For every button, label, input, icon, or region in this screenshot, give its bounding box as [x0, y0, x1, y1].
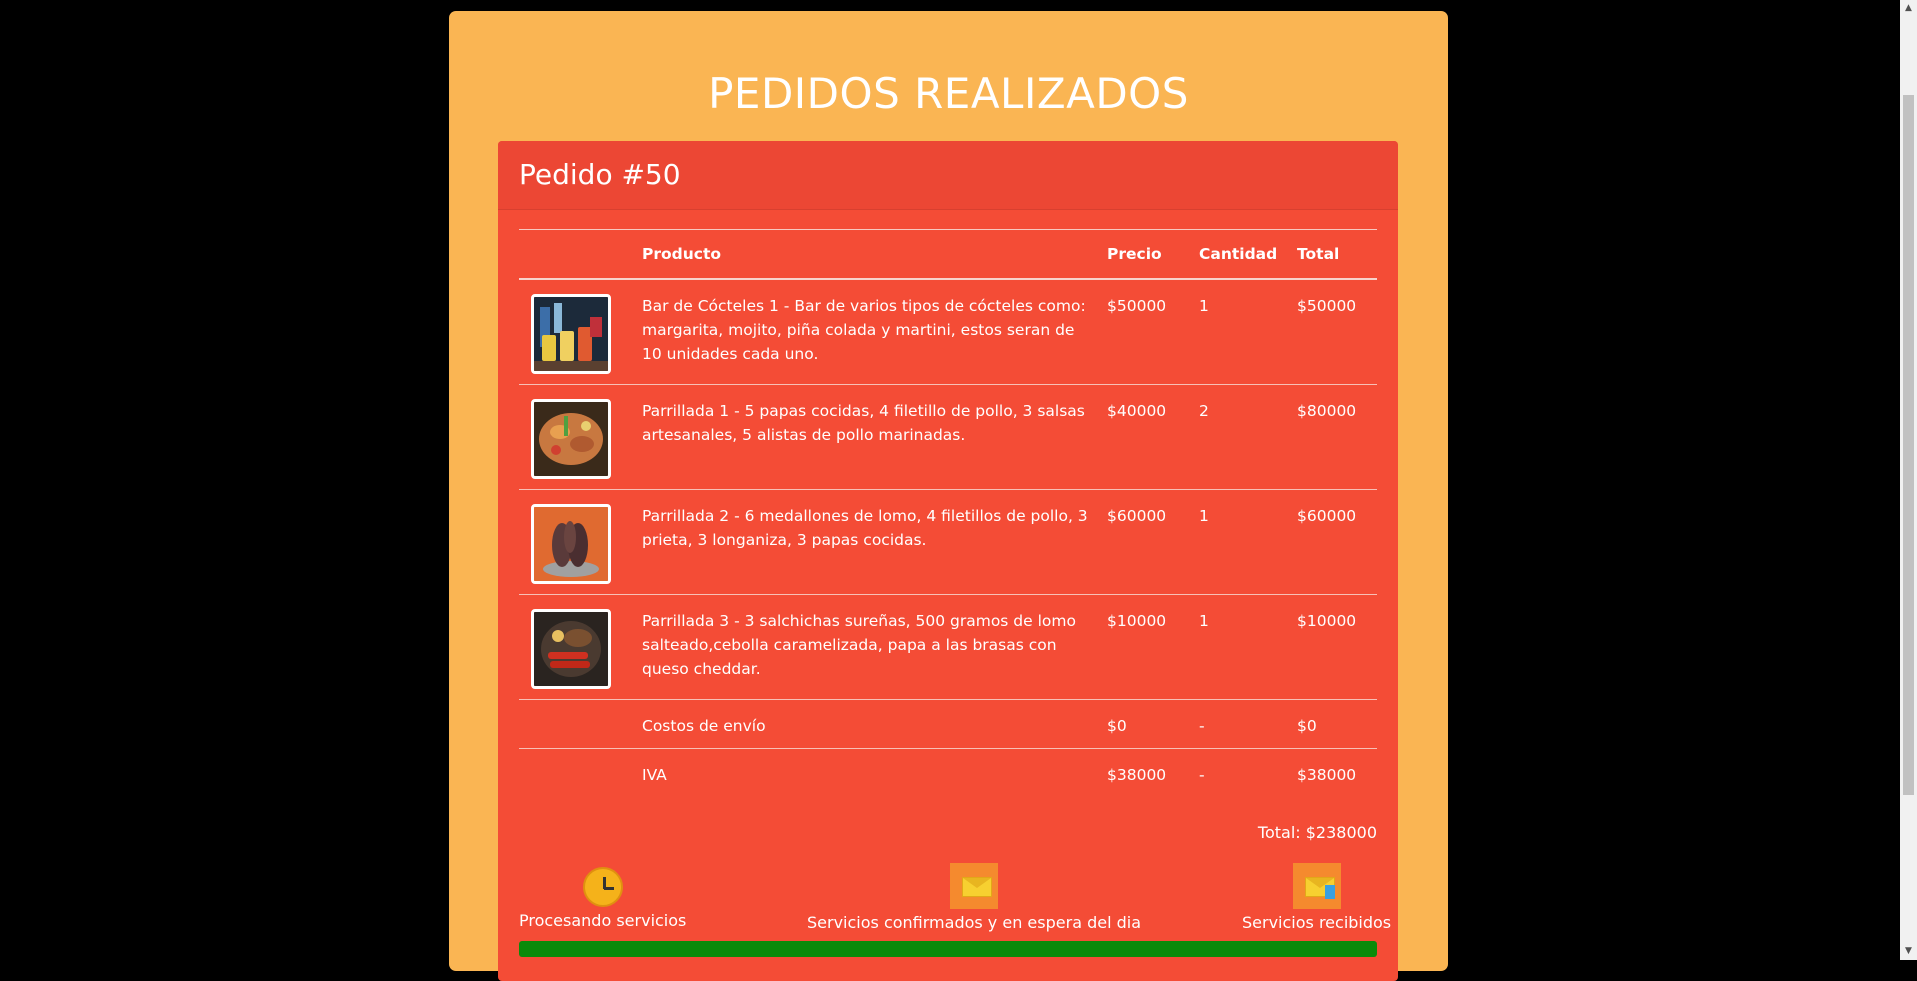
- col-qty-header: Cantidad: [1199, 229, 1297, 280]
- item-total: $80000: [1297, 384, 1377, 490]
- order-items-table: Producto Precio Cantidad Total Bar de Có…: [519, 229, 1377, 797]
- grill-platter-photo-icon: [531, 399, 611, 479]
- item-qty: 1: [1199, 594, 1297, 700]
- tax-total: $38000: [1297, 766, 1357, 784]
- status-label: Procesando servicios: [519, 911, 687, 930]
- clock-icon: [582, 867, 623, 907]
- tax-row: IVA $38000 - $38000: [519, 749, 1377, 798]
- shipping-label: Costos de envío: [642, 699, 1107, 749]
- item-product: Bar de Cócteles 1 - Bar de varios tipos …: [642, 279, 1107, 385]
- status-label: Servicios recibidos: [1242, 913, 1392, 932]
- item-price: $50000: [1107, 279, 1199, 385]
- page-title: PEDIDOS REALIZADOS: [708, 69, 1189, 118]
- mail-icon: [950, 863, 998, 909]
- scroll-up-icon[interactable]: ▲: [1900, 0, 1917, 17]
- item-qty: 1: [1199, 489, 1297, 595]
- order-card: Pedido #50 Producto Precio Cantidad Tota…: [498, 141, 1398, 981]
- item-product: Parrillada 2 - 6 medallones de lomo, 4 f…: [642, 489, 1107, 595]
- item-qty: 2: [1199, 384, 1297, 490]
- item-total: $10000: [1297, 594, 1377, 700]
- item-qty: 1: [1199, 279, 1297, 385]
- order-title: Pedido #50: [498, 141, 1398, 210]
- page-scrollbar[interactable]: ▲ ▼: [1900, 0, 1917, 960]
- table-row: Parrillada 1 - 5 papas cocidas, 4 fileti…: [519, 384, 1377, 490]
- tax-label: IVA: [642, 766, 667, 784]
- col-image-header: [519, 229, 642, 280]
- item-image-cell: [519, 594, 642, 700]
- status-step-processing: Procesando servicios: [519, 867, 686, 930]
- item-price: $60000: [1107, 489, 1199, 595]
- orders-panel: PEDIDOS REALIZADOS Pedido #50 Producto P…: [449, 11, 1448, 981]
- item-price: $40000: [1107, 384, 1199, 490]
- item-image-cell: [519, 279, 642, 385]
- status-progress-bar: [519, 941, 1377, 957]
- status-label: Servicios confirmados y en espera del di…: [807, 913, 1142, 932]
- item-product: Parrillada 3 - 3 salchichas sureñas, 500…: [642, 594, 1107, 700]
- scroll-down-icon[interactable]: ▼: [1900, 943, 1917, 960]
- shipping-qty: -: [1199, 699, 1297, 749]
- shipping-price: $0: [1107, 699, 1199, 749]
- col-product-header: Producto: [642, 229, 1107, 280]
- col-price-header: Precio: [1107, 229, 1199, 280]
- item-image-cell: [519, 384, 642, 490]
- table-header-row: Producto Precio Cantidad Total: [519, 229, 1377, 280]
- table-row: Bar de Cócteles 1 - Bar de varios tipos …: [519, 279, 1377, 385]
- grand-total: Total: $238000: [1257, 823, 1377, 842]
- scrollbar-thumb[interactable]: [1903, 95, 1914, 795]
- sausage-grill-photo-icon: [531, 609, 611, 689]
- item-price: $10000: [1107, 594, 1199, 700]
- status-step-confirmed: Servicios confirmados y en espera del di…: [807, 863, 1141, 932]
- status-step-received: Servicios recibidos: [1242, 863, 1391, 932]
- shipping-total: $0: [1297, 699, 1377, 749]
- mail-received-icon: [1292, 863, 1341, 909]
- tax-price: $38000: [1107, 766, 1167, 784]
- item-product: Parrillada 1 - 5 papas cocidas, 4 fileti…: [642, 384, 1107, 490]
- item-total: $50000: [1297, 279, 1377, 385]
- col-total-header: Total: [1297, 229, 1377, 280]
- grilled-meat-photo-icon: [531, 504, 611, 584]
- item-image-cell: [519, 489, 642, 595]
- item-total: $60000: [1297, 489, 1377, 595]
- tax-qty: -: [1199, 766, 1205, 784]
- table-row: Parrillada 2 - 6 medallones de lomo, 4 f…: [519, 489, 1377, 595]
- cocktail-bar-photo-icon: [531, 294, 611, 374]
- table-row: Parrillada 3 - 3 salchichas sureñas, 500…: [519, 594, 1377, 700]
- shipping-row: Costos de envío $0 - $0: [519, 699, 1377, 749]
